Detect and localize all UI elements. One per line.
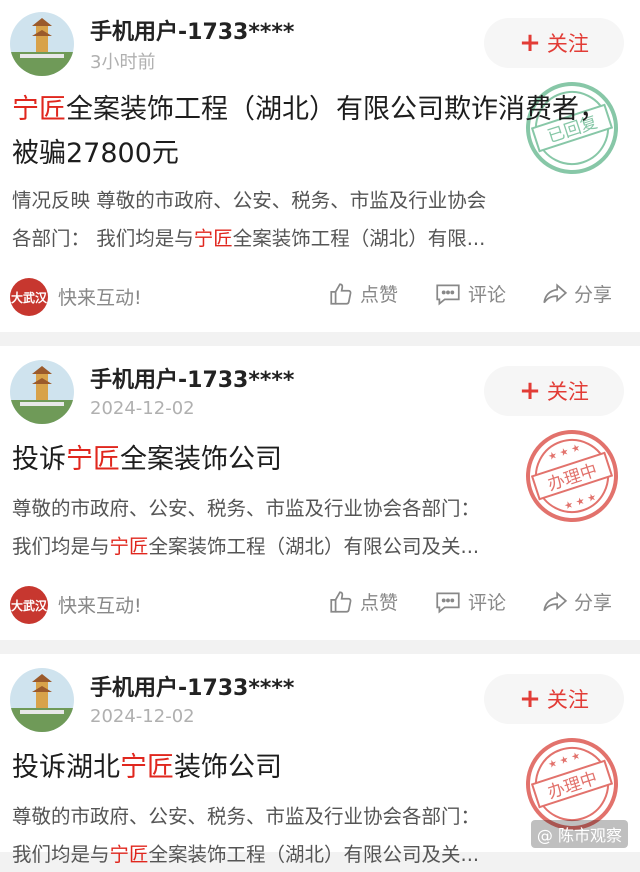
post-footer: 大武汉 快来互动! 点赞 评论 分享	[0, 276, 640, 316]
post-time: 3小时前	[90, 52, 156, 73]
title-text: 投诉	[12, 444, 66, 475]
comment-icon	[436, 592, 460, 613]
post-time: 2024-12-02	[90, 706, 195, 727]
excerpt-highlight: 宁匠	[109, 843, 149, 866]
post-footer: 大武汉 快来互动! 点赞 评论 分享	[0, 584, 640, 624]
excerpt-text: 全案装饰工程（湖北）有限公司及关...	[148, 843, 480, 866]
comment-icon	[436, 284, 460, 305]
excerpt-text: 全案装饰工程（湖北）有限公司及关...	[148, 535, 480, 558]
like-button[interactable]: 点赞	[328, 280, 398, 307]
title-text: 投诉湖北	[12, 752, 120, 783]
share-button[interactable]: 分享	[542, 280, 612, 307]
follow-button[interactable]: + 关注	[484, 674, 624, 724]
plus-icon: +	[519, 28, 541, 58]
plus-icon: +	[519, 376, 541, 406]
thumbs-up-icon	[330, 590, 352, 613]
excerpt-text: 全案装饰工程（湖北）有限...	[232, 227, 486, 250]
comment-button[interactable]: 评论	[434, 280, 506, 307]
comment-label: 评论	[468, 592, 507, 614]
share-icon	[543, 282, 568, 303]
watermark: @ 陈市观察	[530, 820, 628, 848]
post-excerpt-line: 我们均是与宁匠全案装饰工程（湖北）有限公司及关...	[12, 530, 624, 564]
post-title[interactable]: 投诉宁匠全案装饰公司	[12, 438, 624, 482]
username[interactable]: 手机用户-1733****	[90, 14, 294, 46]
post-card[interactable]: 手机用户-1733**** 2024-12-02 + 关注 办理中 ★ ★ ★ …	[0, 346, 640, 640]
avatar[interactable]	[10, 12, 74, 76]
post-excerpt-line: 情况反映 尊敬的市政府、公安、税务、市监及行业协会	[12, 189, 487, 212]
excerpt-text: 各部门： 我们均是与	[12, 227, 194, 250]
post-time: 2024-12-02	[90, 398, 195, 419]
thumbs-up-icon	[330, 282, 352, 305]
like-button[interactable]: 点赞	[328, 588, 398, 615]
follow-button[interactable]: + 关注	[484, 366, 624, 416]
share-label: 分享	[574, 284, 613, 306]
source-logo[interactable]: 大武汉	[10, 586, 48, 624]
follow-button[interactable]: + 关注	[484, 18, 624, 68]
follow-label: 关注	[546, 688, 589, 712]
post-title[interactable]: 宁匠全案装饰工程（湖北）有限公司欺诈消费者，被骗27800元	[12, 88, 624, 176]
like-label: 点赞	[360, 592, 399, 614]
post-card[interactable]: 手机用户-1733**** 3小时前 + 关注 已回复 宁匠全案装饰工程（湖北）…	[0, 0, 640, 332]
share-icon	[543, 590, 568, 611]
title-text: 全案装饰公司	[120, 444, 282, 475]
like-label: 点赞	[360, 284, 399, 306]
excerpt-text: 我们均是与	[12, 535, 110, 558]
avatar[interactable]	[10, 360, 74, 424]
follow-label: 关注	[546, 32, 589, 56]
title-text: 装饰公司	[174, 752, 282, 783]
plus-icon: +	[519, 684, 541, 714]
title-highlight: 宁匠	[12, 94, 66, 125]
post-excerpt-line: 尊敬的市政府、公安、税务、市监及行业协会各部门：	[12, 497, 481, 520]
share-label: 分享	[574, 592, 613, 614]
source-name[interactable]: 快来互动!	[58, 591, 142, 618]
title-highlight: 宁匠	[120, 752, 174, 783]
comment-button[interactable]: 评论	[434, 588, 506, 615]
excerpt-highlight: 宁匠	[193, 227, 233, 250]
post-title[interactable]: 投诉湖北宁匠装饰公司	[12, 746, 624, 790]
username[interactable]: 手机用户-1733****	[90, 362, 294, 394]
title-text: 全案装饰工程（湖北）有限公司欺诈消费者，被骗27800元	[12, 94, 606, 169]
follow-label: 关注	[546, 380, 589, 404]
avatar[interactable]	[10, 668, 74, 732]
title-highlight: 宁匠	[66, 444, 120, 475]
username[interactable]: 手机用户-1733****	[90, 670, 294, 702]
comment-label: 评论	[468, 284, 507, 306]
source-logo[interactable]: 大武汉	[10, 278, 48, 316]
excerpt-text: 我们均是与	[12, 843, 110, 866]
excerpt-highlight: 宁匠	[109, 535, 149, 558]
post-excerpt-line: 各部门： 我们均是与宁匠全案装饰工程（湖北）有限...	[12, 222, 624, 256]
share-button[interactable]: 分享	[542, 588, 612, 615]
source-name[interactable]: 快来互动!	[58, 283, 142, 310]
